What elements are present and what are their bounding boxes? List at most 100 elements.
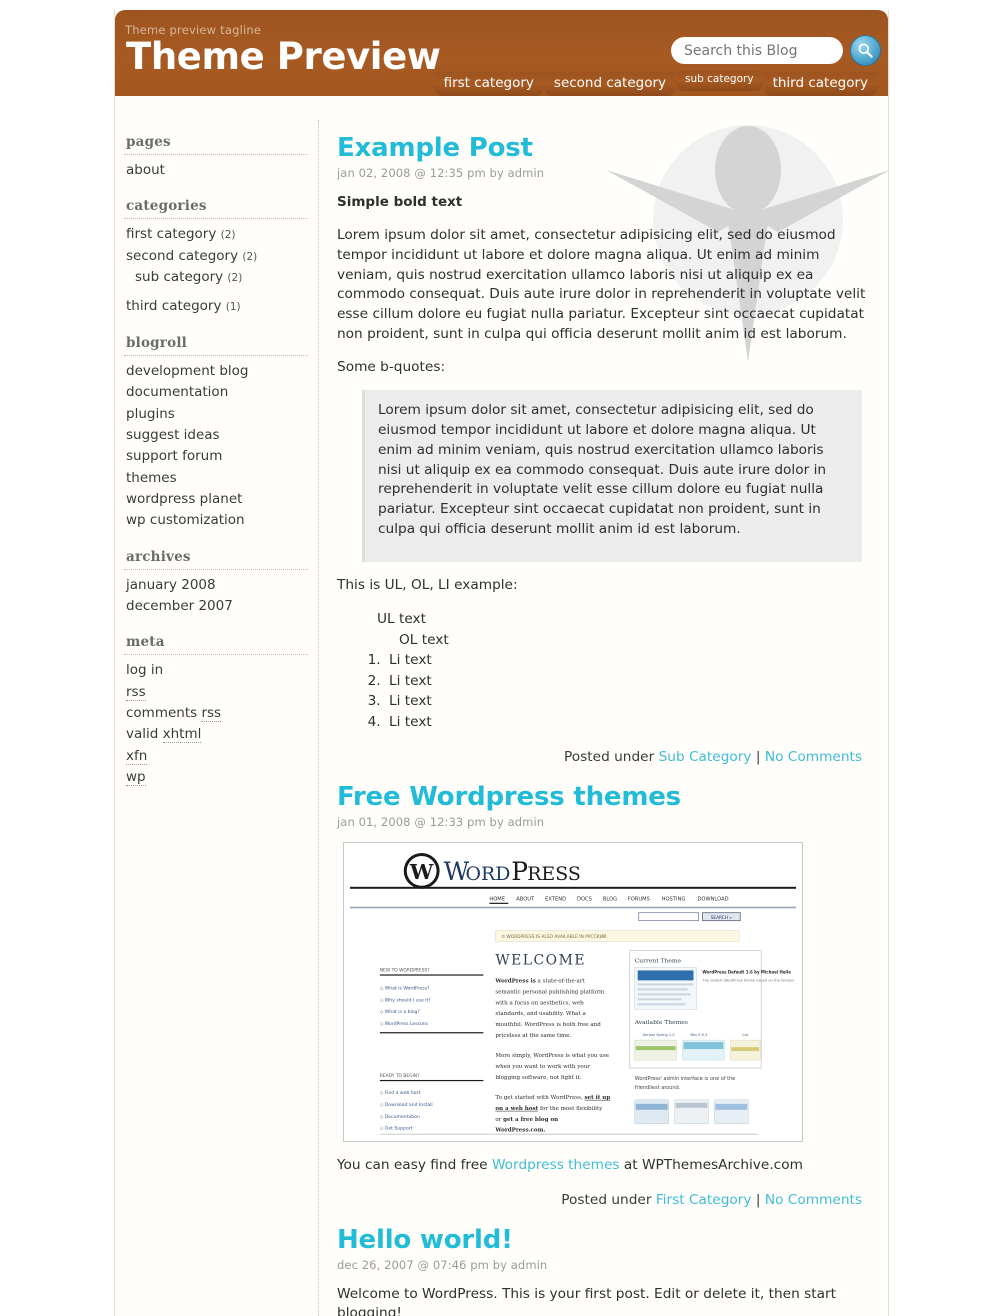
caption-before: You can easy find free	[337, 1157, 492, 1174]
svg-text:ORD: ORD	[465, 863, 510, 885]
svg-text:friendliest around.: friendliest around.	[635, 1085, 681, 1091]
sidebar-link-sub-category[interactable]: sub category	[135, 269, 223, 285]
sidebar-link-wordpress-planet[interactable]: wordpress planet	[126, 491, 242, 507]
sidebar-link-log-in[interactable]: log in	[126, 662, 163, 678]
sidebar-link-wp-customization[interactable]: wp customization	[126, 512, 245, 528]
list-item[interactable]: wp customization	[126, 509, 306, 530]
post-title-link[interactable]: Example Post	[337, 133, 533, 164]
sidebar-link-documentation[interactable]: documentation	[126, 384, 228, 400]
svg-text:mouthful. WordPress is both fr: mouthful. WordPress is both free and	[495, 1022, 601, 1028]
sidebar-link-suggest-ideas[interactable]: suggest ideas	[126, 427, 220, 443]
meta-category-link[interactable]: Sub Category	[659, 749, 752, 765]
sidebar-link-first-category[interactable]: first category	[126, 226, 216, 242]
list-item[interactable]: sub category (2)	[126, 266, 306, 287]
list-item[interactable]: documentation	[126, 381, 306, 402]
sidebar-link-wp[interactable]: wp	[126, 769, 146, 787]
list-item[interactable]: wp	[126, 766, 306, 787]
list-item: Li text	[385, 650, 874, 671]
svg-text:BLOG: BLOG	[603, 897, 617, 903]
list-item: Li text	[385, 691, 874, 712]
svg-text:or get a free blog on: or get a free blog on	[495, 1117, 558, 1123]
post-title-link[interactable]: Hello world!	[337, 1225, 513, 1256]
svg-text:standards, and usability. What: standards, and usability. What a	[495, 1011, 586, 1017]
svg-text:DOWNLOAD: DOWNLOAD	[697, 897, 728, 903]
post-paragraph: Welcome to WordPress. This is your first…	[337, 1285, 836, 1316]
category-count: (2)	[220, 229, 236, 242]
meta-separator: |	[751, 1192, 765, 1209]
sidebar-link-rss[interactable]: rss	[126, 683, 146, 701]
list-item[interactable]: plugins	[126, 403, 306, 424]
search-input[interactable]	[671, 37, 843, 64]
list-item[interactable]: about	[126, 159, 306, 180]
meta-comments-link[interactable]: No Comments	[765, 1192, 862, 1208]
sidebar-link-second-category[interactable]: second category	[126, 248, 238, 264]
svg-text:Cor: Cor	[742, 1033, 749, 1037]
svg-text:WordPress is a state-of-the-ar: WordPress is a state-of-the-art	[494, 978, 585, 984]
list-item[interactable]: december 2007	[126, 595, 306, 616]
widget-title-archives: archives	[124, 544, 308, 570]
widget-title-categories: categories	[124, 193, 308, 220]
list-item[interactable]: first category (2)	[126, 223, 306, 244]
post-meta: Posted under Sub Category | No Comments	[337, 746, 874, 766]
sidebar-link-third-category[interactable]: third category	[126, 298, 221, 314]
meta-comments-link[interactable]: No Comments	[765, 749, 862, 765]
post-blockquote: Lorem ipsum dolor sit amet, consectetur …	[362, 390, 862, 563]
list-item[interactable]: suggest ideas	[126, 424, 306, 445]
sidebar-link-development-blog[interactable]: development blog	[126, 363, 249, 379]
post-caption: You can easy find free Wordpress themes …	[337, 1156, 874, 1176]
nav-tab-sub-category[interactable]: sub category	[677, 70, 762, 91]
svg-text:with a focus on aesthetics, we: with a focus on aesthetics, web	[495, 1000, 584, 1006]
sidebar-link-january-2008[interactable]: january 2008	[126, 577, 216, 593]
svg-text:READY TO BEGIN?: READY TO BEGIN?	[380, 1073, 420, 1079]
caption-link[interactable]: Wordpress themes	[492, 1157, 620, 1173]
list-item: OL text	[399, 631, 449, 648]
post-free-wordpress-themes: Free Wordpress themes jan 01, 2008 @ 12:…	[337, 782, 874, 1210]
svg-text:◇ Get Support: ◇ Get Support	[380, 1126, 413, 1132]
abbr-xhtml: xhtml	[162, 726, 202, 744]
list-item[interactable]: valid xhtml	[126, 723, 306, 744]
sidebar-link-support-forum[interactable]: support forum	[126, 448, 222, 464]
wordpress-screenshot[interactable]: W W ORD P RESS HOME ABOUT EXTEND DOCS BL…	[343, 841, 803, 1143]
list-item[interactable]: wordpress planet	[126, 488, 306, 509]
list-item: UL text	[377, 611, 427, 628]
svg-text:HOME: HOME	[489, 897, 505, 903]
list-item[interactable]: log in	[126, 659, 306, 680]
list-item[interactable]: support forum	[126, 445, 306, 466]
post-title-link[interactable]: Free Wordpress themes	[337, 782, 681, 813]
list-item[interactable]: rss	[126, 681, 306, 702]
sidebar-link-valid-xhtml[interactable]: valid xhtml	[126, 726, 202, 744]
post-lists: UL text OL text Li text Li text Li text …	[337, 609, 874, 732]
post-list-intro: This is UL, OL, LI example:	[337, 577, 518, 594]
list-item[interactable]: comments rss	[126, 702, 306, 723]
posted-under-label: Posted under	[561, 1192, 656, 1209]
list-item[interactable]: third category (1)	[126, 295, 306, 316]
search-button[interactable]	[850, 35, 881, 66]
meta-category-link[interactable]: First Category	[656, 1192, 752, 1208]
nav-tab-third-category[interactable]: third category	[763, 72, 877, 96]
sidebar-link-comments-rss[interactable]: comments rss	[126, 705, 222, 723]
sidebar-link-themes[interactable]: themes	[126, 470, 177, 486]
list-item[interactable]: january 2008	[126, 574, 306, 595]
svg-text:P: P	[511, 857, 528, 886]
sidebar-link-plugins[interactable]: plugins	[126, 406, 175, 422]
sidebar-link-xfn[interactable]: xfn	[126, 747, 148, 765]
svg-text:priceless at the same time.: priceless at the same time.	[495, 1033, 571, 1039]
list-item[interactable]: xfn	[126, 745, 306, 766]
list-item[interactable]: second category (2)	[126, 245, 306, 266]
sidebar-link-about[interactable]: about	[126, 162, 165, 178]
nav-tab-first-category[interactable]: first category	[434, 72, 543, 96]
list-item[interactable]: themes	[126, 467, 306, 488]
category-count: (2)	[227, 272, 243, 285]
list-item[interactable]: development blog	[126, 360, 306, 381]
sidebar-link-december-2007[interactable]: december 2007	[126, 598, 233, 614]
nav-tab-second-category[interactable]: second category	[544, 72, 676, 96]
main-content: Example Post jan 02, 2008 @ 12:35 pm by …	[319, 120, 890, 1316]
svg-text:Current Theme: Current Theme	[635, 957, 682, 964]
svg-text:◇ What is a blog?: ◇ What is a blog?	[380, 1009, 421, 1015]
svg-text:Almost Spring 1.0: Almost Spring 1.0	[643, 1033, 676, 1037]
svg-text:WELCOME: WELCOME	[495, 952, 586, 968]
svg-text:when you want to work with you: when you want to work with your	[495, 1064, 590, 1070]
unordered-list: UL text	[337, 609, 874, 630]
svg-text:W: W	[409, 859, 434, 884]
post-paragraph: Lorem ipsum dolor sit amet, consectetur …	[337, 227, 866, 342]
